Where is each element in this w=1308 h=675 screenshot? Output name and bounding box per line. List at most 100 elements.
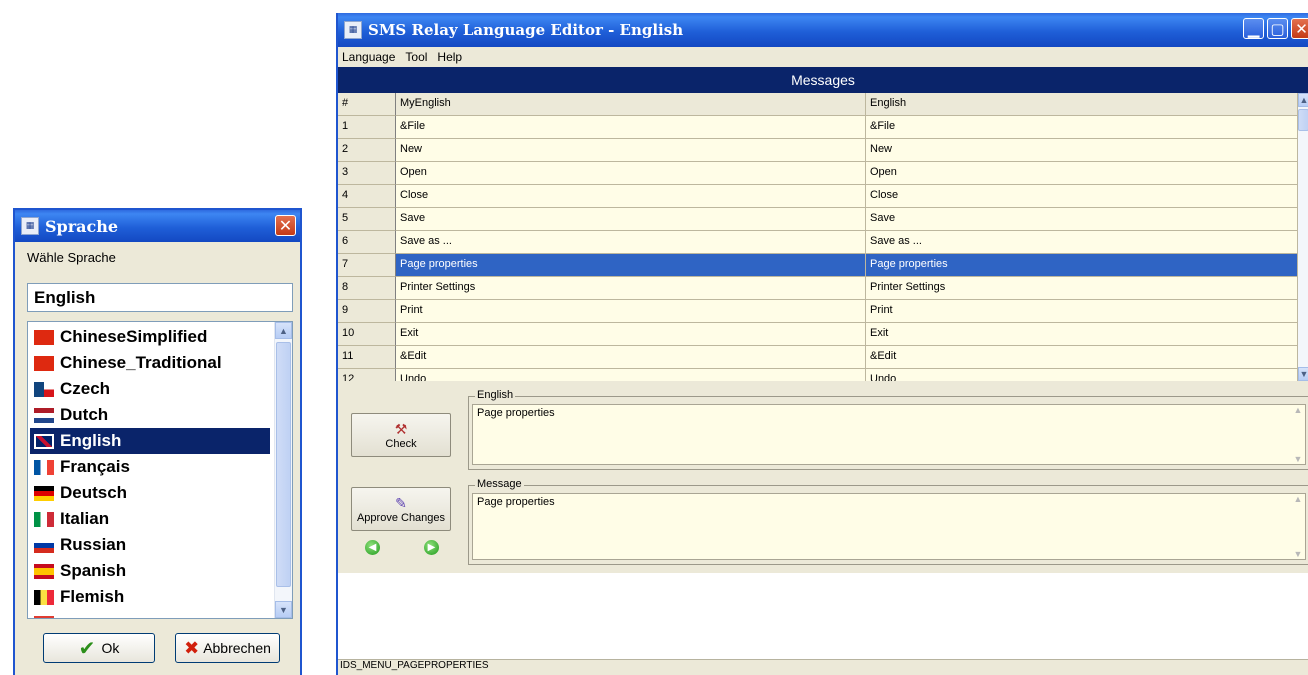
english-cell[interactable]: Exit — [866, 323, 1298, 346]
table-row[interactable]: 11 &Edit &Edit — [338, 346, 1298, 369]
myenglish-cell[interactable]: &File — [396, 116, 866, 139]
row-number-cell[interactable]: 11 — [338, 346, 396, 369]
column-header-number[interactable]: # — [338, 93, 396, 116]
editor-title: SMS Relay Language Editor - English — [368, 21, 684, 39]
english-cell[interactable]: Printer Settings — [866, 277, 1298, 300]
myenglish-cell[interactable]: Exit — [396, 323, 866, 346]
scroll-up-icon[interactable]: ▲ — [1298, 93, 1308, 107]
table-row[interactable]: 3 Open Open — [338, 162, 1298, 185]
menu-language[interactable]: Language — [342, 50, 395, 64]
textbox-scrollbar[interactable]: ▲ ▼ — [1291, 494, 1305, 559]
row-number-cell[interactable]: 9 — [338, 300, 396, 323]
language-input[interactable]: English — [27, 283, 293, 312]
close-icon[interactable]: ✕ — [1291, 18, 1308, 39]
row-number-cell[interactable]: 4 — [338, 185, 396, 208]
table-row[interactable]: 12 Undo Undo — [338, 369, 1298, 381]
language-list[interactable]: ChineseSimplified Chinese_Traditional Czec… — [27, 321, 293, 619]
row-number-cell[interactable]: 2 — [338, 139, 396, 162]
english-cell[interactable]: Undo — [866, 369, 1298, 381]
minimize-icon[interactable]: ▁ — [1243, 18, 1264, 39]
scroll-thumb[interactable] — [1298, 109, 1308, 131]
ok-button[interactable]: ✔ Ok — [43, 633, 155, 663]
table-row[interactable]: 8 Printer Settings Printer Settings — [338, 277, 1298, 300]
table-row[interactable]: 4 Close Close — [338, 185, 1298, 208]
table-scrollbar[interactable]: ▲ ▼ — [1298, 93, 1308, 381]
row-number-cell[interactable]: 1 — [338, 116, 396, 139]
table-row[interactable]: 1 &File &File — [338, 116, 1298, 139]
table-row[interactable]: 2 New New — [338, 139, 1298, 162]
myenglish-cell[interactable]: Open — [396, 162, 866, 185]
table-row[interactable]: 6 Save as ... Save as ... — [338, 231, 1298, 254]
row-number-cell[interactable]: 12 — [338, 369, 396, 381]
messages-table[interactable]: # MyEnglish English 1 &File &File 2 New New 3 O… — [338, 93, 1298, 381]
language-label: Dutch — [60, 405, 109, 424]
sprache-titlebar[interactable]: ▦ Sprache ✕ — [15, 210, 300, 242]
menu-help[interactable]: Help — [437, 50, 462, 64]
myenglish-cell[interactable]: Print — [396, 300, 866, 323]
language-label: ChineseSimplified — [60, 327, 208, 346]
close-icon[interactable]: ✕ — [275, 215, 296, 236]
language-item[interactable]: Dutch — [30, 402, 270, 428]
language-list-scrollbar[interactable]: ▲ ▼ — [274, 322, 292, 618]
language-item[interactable]: Russian — [30, 532, 270, 558]
cancel-button[interactable]: ✖ Abbrechen — [175, 633, 280, 663]
row-number-cell[interactable]: 10 — [338, 323, 396, 346]
menu-tool[interactable]: Tool — [405, 50, 427, 64]
myenglish-cell[interactable]: Save as ... — [396, 231, 866, 254]
english-cell[interactable]: Page properties — [866, 254, 1298, 277]
myenglish-cell[interactable]: Save — [396, 208, 866, 231]
row-number-cell[interactable]: 3 — [338, 162, 396, 185]
cancel-label: Abbrechen — [203, 640, 271, 656]
column-header-myenglish[interactable]: MyEnglish — [396, 93, 866, 116]
scroll-down-icon[interactable]: ▼ — [275, 601, 292, 618]
language-item[interactable]: Flemish — [30, 584, 270, 610]
column-header-english[interactable]: English — [866, 93, 1298, 116]
previous-arrow-icon[interactable]: ◀ — [365, 540, 380, 555]
row-number-cell[interactable]: 8 — [338, 277, 396, 300]
language-item[interactable]: Czech — [30, 376, 270, 402]
language-item[interactable]: Français — [30, 454, 270, 480]
table-row[interactable]: 10 Exit Exit — [338, 323, 1298, 346]
scroll-thumb[interactable] — [276, 342, 291, 587]
language-item[interactable]: Deutsch — [30, 480, 270, 506]
message-textbox[interactable]: Page properties ▲ ▼ — [472, 493, 1306, 560]
textbox-scrollbar[interactable]: ▲ ▼ — [1291, 405, 1305, 464]
language-item[interactable]: Chinese_Traditional — [30, 350, 270, 376]
scroll-up-icon[interactable]: ▲ — [275, 322, 292, 339]
english-cell[interactable]: Save — [866, 208, 1298, 231]
table-row[interactable]: 5 Save Save — [338, 208, 1298, 231]
language-item[interactable]: ChineseSimplified — [30, 324, 270, 350]
scroll-down-icon[interactable]: ▼ — [1298, 367, 1308, 381]
next-arrow-icon[interactable]: ▶ — [424, 540, 439, 555]
row-number-cell[interactable]: 7 — [338, 254, 396, 277]
maximize-icon[interactable]: ▢ — [1267, 18, 1288, 39]
english-cell[interactable]: Close — [866, 185, 1298, 208]
language-item[interactable]: Spanish — [30, 558, 270, 584]
table-row[interactable]: 9 Print Print — [338, 300, 1298, 323]
row-number-cell[interactable]: 5 — [338, 208, 396, 231]
check-button[interactable]: ⚒ Check — [351, 413, 451, 457]
language-label: English — [60, 431, 122, 450]
myenglish-cell[interactable]: New — [396, 139, 866, 162]
app-icon: ▦ — [21, 217, 39, 235]
myenglish-cell[interactable]: Page properties — [396, 254, 866, 277]
english-textbox[interactable]: Page properties ▲ ▼ — [472, 404, 1306, 465]
language-item[interactable] — [30, 610, 270, 618]
editor-titlebar[interactable]: ▦ SMS Relay Language Editor - English ▁ … — [338, 13, 1308, 47]
english-cell[interactable]: Print — [866, 300, 1298, 323]
myenglish-cell[interactable]: Printer Settings — [396, 277, 866, 300]
english-cell[interactable]: &File — [866, 116, 1298, 139]
myenglish-cell[interactable]: &Edit — [396, 346, 866, 369]
table-row[interactable]: 7 Page properties Page properties — [338, 254, 1298, 277]
language-item[interactable]: English — [30, 428, 270, 454]
language-item[interactable]: Italian — [30, 506, 270, 532]
approve-changes-button[interactable]: ✎ Approve Changes — [351, 487, 451, 531]
english-cell[interactable]: Save as ... — [866, 231, 1298, 254]
row-number-cell[interactable]: 6 — [338, 231, 396, 254]
myenglish-cell[interactable]: Undo — [396, 369, 866, 381]
english-cell[interactable]: &Edit — [866, 346, 1298, 369]
language-label: Deutsch — [60, 483, 128, 502]
english-cell[interactable]: New — [866, 139, 1298, 162]
english-cell[interactable]: Open — [866, 162, 1298, 185]
myenglish-cell[interactable]: Close — [396, 185, 866, 208]
